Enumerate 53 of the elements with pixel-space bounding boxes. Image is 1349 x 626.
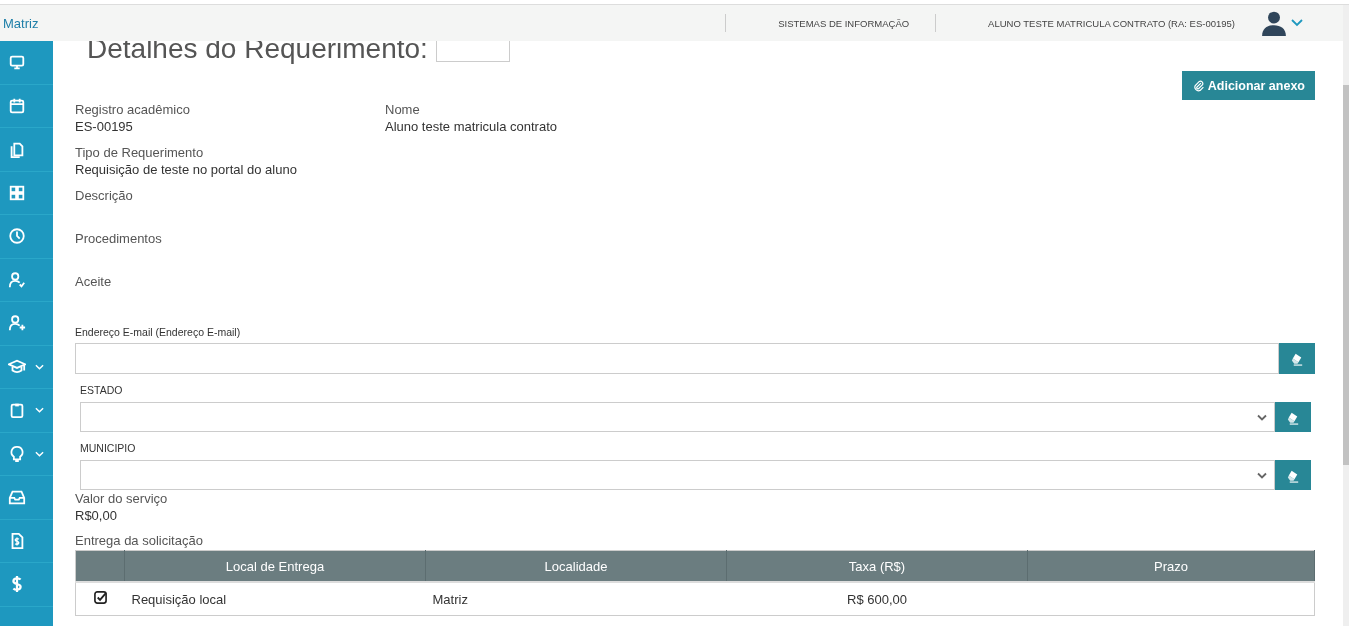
- field-value: Aluno teste matricula contrato: [385, 118, 558, 135]
- branch-name[interactable]: Matriz: [3, 15, 39, 31]
- field-value: ES-00195: [75, 118, 134, 135]
- calendar-icon: [8, 96, 26, 115]
- field-label: Tipo de Requerimento: [75, 145, 205, 161]
- user-check-icon: [8, 270, 26, 289]
- clear-button[interactable]: [1279, 343, 1315, 374]
- monitor-icon: [8, 53, 26, 72]
- column-header: Prazo: [1027, 550, 1315, 582]
- system-name[interactable]: SISTEMAS DE INFORMAÇÃO: [726, 17, 936, 29]
- user-name[interactable]: ALUNO TESTE MATRICULA CONTRATO (RA: ES-00195): [936, 17, 1261, 29]
- checkbox[interactable]: [93, 591, 107, 604]
- clock-icon: [8, 227, 26, 246]
- field-value: Requisição de teste no portal do aluno: [75, 161, 298, 178]
- chevron-down-icon[interactable]: [1291, 19, 1303, 27]
- graduation-cap-icon: [8, 357, 26, 376]
- eraser-icon: [1289, 351, 1305, 366]
- table-cell: Matriz: [425, 582, 727, 616]
- field-label: Registro acadêmico: [75, 102, 191, 118]
- field-label: ESTADO: [80, 384, 124, 396]
- clipboard-icon: [8, 401, 26, 420]
- table-header: [75, 550, 125, 582]
- clear-button[interactable]: [1275, 460, 1311, 490]
- field-label: Procedimentos: [75, 231, 163, 247]
- chevron-down-icon: [35, 363, 44, 370]
- clear-button[interactable]: [1275, 402, 1311, 432]
- field-label: Endereço E-mail (Endereço E-mail): [75, 326, 242, 338]
- table-cell: R$ 600,00: [726, 582, 1028, 616]
- documents-icon: [8, 140, 26, 159]
- field-value: R$0,00: [75, 507, 118, 524]
- email-field[interactable]: [75, 343, 1279, 374]
- select-field[interactable]: [80, 460, 1275, 490]
- field-label: Nome: [385, 102, 421, 118]
- column-header: Localidade: [425, 550, 727, 582]
- user-add-icon: [8, 314, 26, 333]
- inbox-icon: [8, 488, 26, 507]
- field-label: MUNICIPIO: [80, 442, 137, 454]
- paperclip-icon: [1191, 79, 1205, 92]
- column-header: Local de Entrega: [124, 550, 426, 582]
- scrollbar[interactable]: [1343, 5, 1349, 626]
- field-label: Aceite: [75, 274, 113, 290]
- column-header: Taxa (R$): [726, 550, 1028, 582]
- chevron-down-icon: [35, 450, 44, 457]
- field-label: Entrega da solicitação: [75, 533, 204, 549]
- add-attachment-button[interactable]: Adicionar anexo: [1181, 71, 1315, 100]
- chevron-down-icon: [35, 407, 44, 414]
- select-field[interactable]: [80, 402, 1275, 432]
- table-cell: Requisição local: [124, 582, 426, 616]
- field-label: Descrição: [75, 188, 134, 204]
- field-label: Valor do serviço: [75, 491, 169, 507]
- user-avatar-icon[interactable]: [1261, 10, 1287, 36]
- lightbulb-icon: [8, 444, 26, 463]
- grid-icon: [8, 183, 26, 202]
